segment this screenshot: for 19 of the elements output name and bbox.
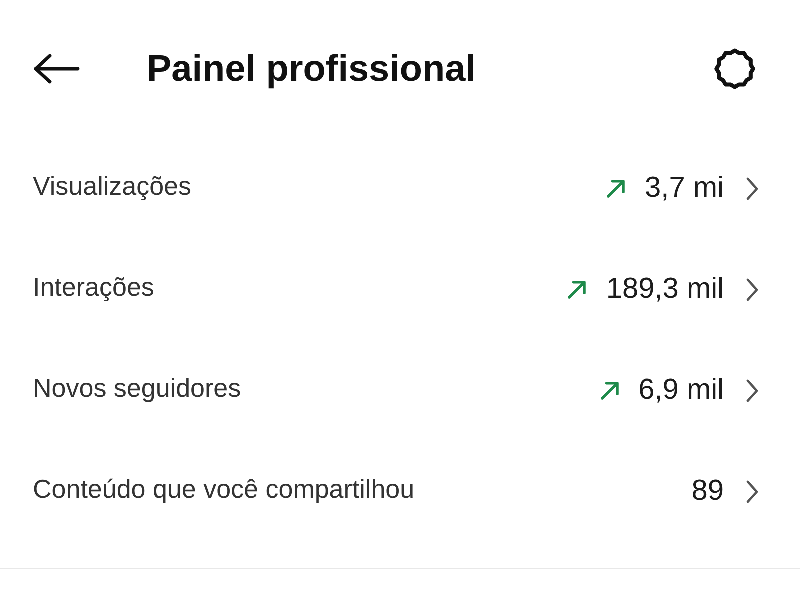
- settings-icon: [712, 46, 758, 92]
- metric-row[interactable]: Interações 189,3 mil: [0, 239, 800, 340]
- metric-value: 189,3 mil: [606, 272, 724, 307]
- metric-row[interactable]: Novos seguidores 6,9 mil: [0, 340, 800, 441]
- metric-row[interactable]: Conteúdo que você compartilhou 89: [0, 441, 800, 542]
- metric-value: 89: [692, 474, 724, 509]
- metric-label: Conteúdo que você compartilhou: [33, 472, 415, 506]
- metric-label: Interações: [33, 270, 154, 304]
- metric-value: 6,9 mil: [638, 372, 724, 408]
- chevron-right-icon: [744, 478, 760, 504]
- metric-label: Visualizações: [33, 170, 192, 202]
- chevron-right-icon: [744, 176, 760, 202]
- back-arrow-icon: [33, 53, 81, 85]
- page-title: Painel profissional: [147, 47, 476, 92]
- metric-label: Novos seguidores: [33, 372, 242, 404]
- chevron-right-icon: [744, 378, 760, 404]
- metric-row[interactable]: Visualizações 3,7 mi: [0, 138, 800, 239]
- metric-value: 3,7 mi: [645, 170, 724, 206]
- chevron-right-icon: [744, 276, 760, 302]
